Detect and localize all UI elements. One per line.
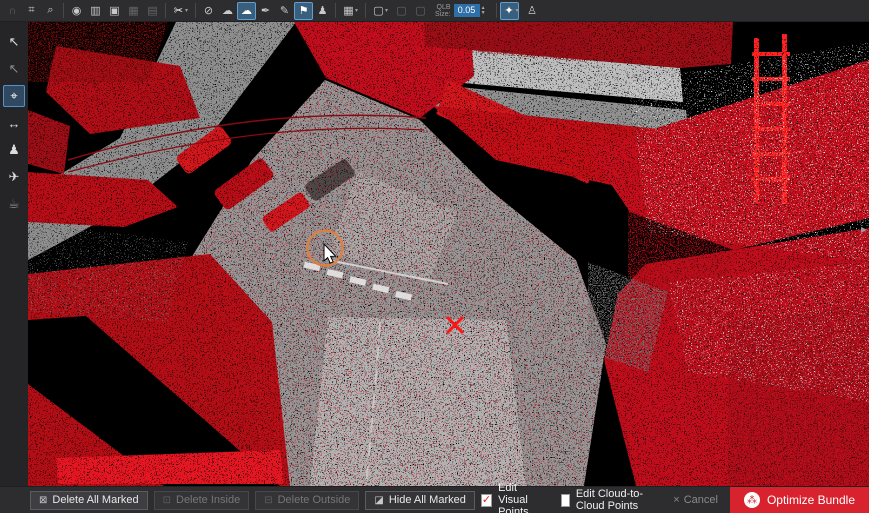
edit-cloud-to-cloud-checkbox[interactable]: Edit Cloud-to-Cloud Points [561,488,655,512]
delete-all-marked-label: Delete All Marked [52,494,138,506]
qlb-size-label: QLB Size: [435,4,451,18]
toolbar-separator [63,3,64,18]
delete-all-marked-button[interactable]: ⊠ Delete All Marked [30,491,148,510]
person-view-tool-icon[interactable]: ♟ [3,139,25,161]
hide-all-marked-icon: ◪ [374,495,383,506]
zoom-window-icon[interactable]: ⌗ [22,2,41,20]
qlb-size-control: QLB Size: 0.05 ▲ ▼ [435,4,486,18]
cancel-label: Cancel [684,494,718,506]
optimize-bundle-label: Optimize Bundle [767,493,855,507]
split-view-icon[interactable]: ▥ [86,2,105,20]
magnet-tool-icon[interactable]: ∩ [3,2,22,20]
delete-outside-label: Delete Outside [278,494,351,506]
qlb-size-stepper[interactable]: ▲ ▼ [481,6,486,16]
delete-inside-button[interactable]: ⊡ Delete Inside [154,491,250,510]
edit-visual-points-label: Edit Visual Points [498,482,547,513]
delete-outside-icon: ⊟ [264,495,272,506]
pour-tool-icon[interactable]: ☕ [3,193,25,215]
cancel-button[interactable]: × Cancel [673,494,718,506]
dropdown-arrow-icon[interactable]: ▾ [385,7,392,14]
hide-all-marked-label: Hide All Marked [389,494,466,506]
panel-expand-chevron-icon[interactable]: ▸ [859,218,869,240]
cloud-select-icon[interactable]: ☁ [237,2,256,20]
mark-none-icon[interactable]: ⊘ [199,2,218,20]
checkbox-checked-icon[interactable]: ✓ [481,494,492,507]
measure-span-tool-icon[interactable]: ↔ [3,112,25,134]
pan-tool-icon[interactable]: ⌖ [3,85,25,107]
delete-inside-label: Delete Inside [176,494,240,506]
edit-cloud-to-cloud-label: Edit Cloud-to-Cloud Points [576,488,655,512]
left-toolbar: ↖ ↖ ⌖ ↔ ♟ ✈ ☕ [0,22,28,486]
delete-inside-icon: ⊡ [163,495,171,506]
cancel-icon: × [673,494,679,506]
image-view-icon[interactable]: ▣ [105,2,124,20]
camera-view-icon[interactable]: ◉ [67,2,86,20]
toolbar-separator [165,3,166,18]
select-add-tool-icon[interactable]: ↖ [3,58,25,80]
select-tool-icon[interactable]: ↖ [3,31,25,53]
toolbar-separator [195,3,196,18]
bottom-right-controls: ✓ Edit Visual Points Edit Cloud-to-Cloud… [481,482,869,513]
toolbar-separator [496,3,497,18]
delete-outside-button[interactable]: ⊟ Delete Outside [255,491,359,510]
qlb-size-input[interactable]: 0.05 [454,4,480,17]
optimize-bundle-icon: ⁂ [744,492,760,508]
cloud-download-icon[interactable]: ☁ [218,2,237,20]
toolbar-separator [335,3,336,18]
hide-all-marked-button[interactable]: ◪ Hide All Marked [365,491,475,510]
optimize-bundle-button[interactable]: ⁂ Optimize Bundle [730,487,869,513]
pencil-icon[interactable]: ✎ [275,2,294,20]
cube-model-icon[interactable]: ▢ [411,2,430,20]
location-pin-icon[interactable]: ⚑ [294,2,313,20]
delete-all-marked-icon: ⊠ [39,495,47,506]
walk-person-icon[interactable]: ♙ [523,2,542,20]
point-cloud-viewport[interactable]: ▸ [28,22,869,486]
grid-view-icon[interactable]: ▦ [124,2,143,20]
toolbar-separator [365,3,366,18]
dropdown-arrow-icon[interactable]: ▾ [185,7,192,14]
eyedropper-icon[interactable]: ✒ [256,2,275,20]
person-orbit-icon[interactable]: ♟ [313,2,332,20]
stepper-down-icon[interactable]: ▼ [481,11,486,16]
fly-tool-icon[interactable]: ✈ [3,166,25,188]
edit-visual-points-checkbox[interactable]: ✓ Edit Visual Points [481,482,547,513]
app-window: ∩ ⌗ ⌕ ◉ ▥ ▣ ▦ ▤ ✂ ▾ ⊘ ☁ ☁ ✒ ✎ ⚑ ♟ ▦ ▾ ▢ … [0,0,869,513]
checkbox-unchecked-icon[interactable] [561,494,570,507]
dropdown-arrow-icon[interactable]: ▾ [516,7,523,14]
zoom-tool-icon[interactable]: ⌕ [41,2,60,20]
bottom-toolbar: ⊠ Delete All Marked ⊡ Delete Inside ⊟ De… [0,486,869,513]
top-toolbar: ∩ ⌗ ⌕ ◉ ▥ ▣ ▦ ▤ ✂ ▾ ⊘ ☁ ☁ ✒ ✎ ⚑ ♟ ▦ ▾ ▢ … [0,0,869,22]
point-cloud-canvas[interactable] [28,22,869,486]
cube-export-icon[interactable]: ▢ [392,2,411,20]
layout-view-icon[interactable]: ▤ [143,2,162,20]
dropdown-arrow-icon[interactable]: ▾ [355,7,362,14]
